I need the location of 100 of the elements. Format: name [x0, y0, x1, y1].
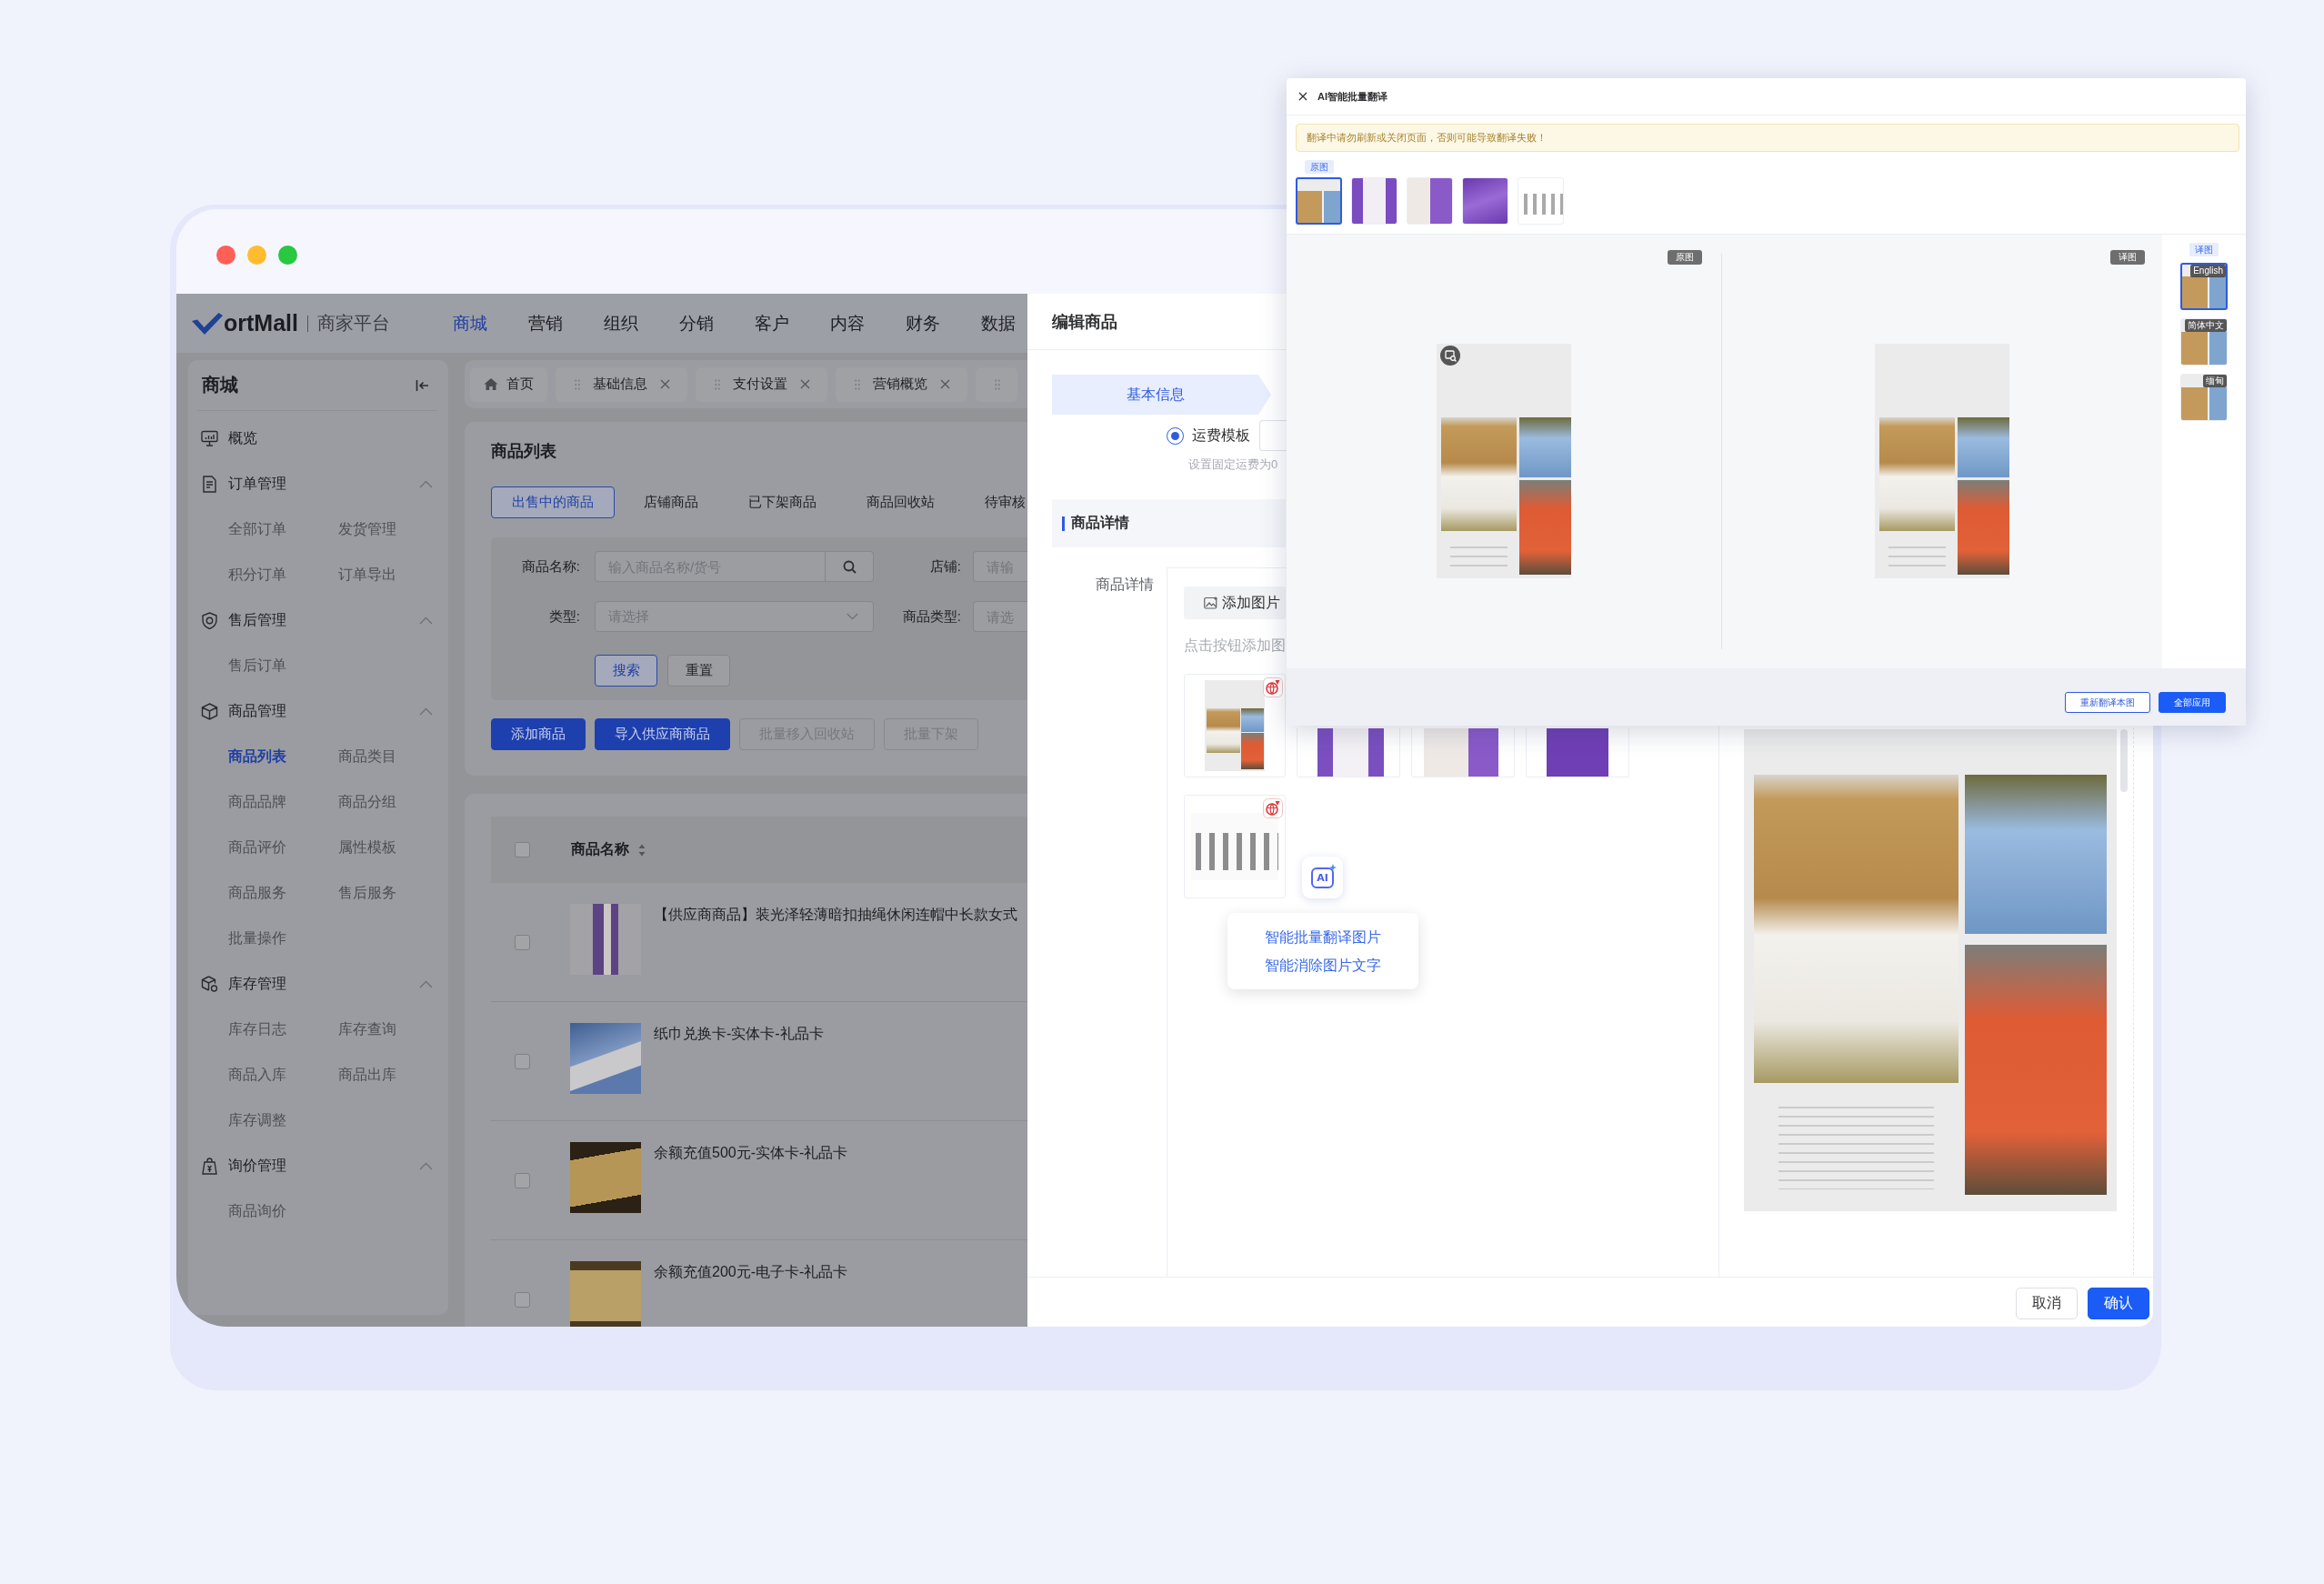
sidebar-item[interactable]: 商品入库: [228, 1052, 286, 1098]
image-search-icon[interactable]: [1440, 346, 1460, 366]
add-image-button[interactable]: 添加图片: [1184, 586, 1286, 619]
sparkle-icon: [1329, 864, 1337, 871]
dialog-button[interactable]: 重新翻译本图: [2065, 692, 2150, 713]
dialog-button[interactable]: 全部应用: [2159, 692, 2226, 713]
sidebar-item[interactable]: 订单导出: [338, 552, 396, 597]
page-tab[interactable]: 支付设置: [696, 366, 827, 402]
translate-badge-icon[interactable]: [1263, 798, 1283, 818]
sidebar-item[interactable]: 发货管理: [338, 506, 396, 552]
image-tile[interactable]: [1184, 674, 1286, 777]
sidebar-item[interactable]: 全部订单: [228, 506, 286, 552]
shield-icon: [201, 611, 218, 629]
field-label: 店铺:: [929, 557, 962, 576]
sidebar-item[interactable]: 库存日志: [228, 1007, 286, 1052]
sidebar-item[interactable]: 商品分组: [338, 779, 396, 825]
image-thumbnail[interactable]: English: [2180, 263, 2228, 310]
ai-button[interactable]: AI: [1302, 857, 1343, 898]
bag-icon: [201, 1157, 218, 1175]
page-tab[interactable]: 首页: [470, 366, 547, 402]
product-name: 余额充值200元-电子卡-礼品卡: [654, 1263, 848, 1281]
image-tile[interactable]: [1184, 795, 1286, 898]
logo-text: ortMall: [224, 310, 298, 336]
filter-tab[interactable]: 商品回收站: [846, 486, 956, 518]
image-thumbnail[interactable]: 简体中文: [2180, 318, 2228, 366]
sidebar-item[interactable]: 售后服务: [338, 870, 396, 916]
scrollbar[interactable]: [2120, 729, 2128, 792]
sidebar-group[interactable]: 订单管理: [188, 461, 448, 506]
sidebar-item[interactable]: 属性模板: [338, 825, 396, 870]
sidebar-item[interactable]: 商品询价: [228, 1188, 286, 1234]
sidebar-item[interactable]: 售后订单: [228, 643, 286, 688]
logo-check-icon: [192, 312, 223, 335]
filter-button[interactable]: 搜索: [595, 655, 657, 687]
sort-icon[interactable]: [638, 843, 646, 857]
checkbox[interactable]: [515, 1054, 530, 1069]
search-button[interactable]: [826, 551, 874, 582]
footer-button[interactable]: 确认: [2088, 1288, 2149, 1319]
sidebar-item[interactable]: 商品品牌: [228, 779, 286, 825]
nav-tab[interactable]: 数据: [980, 311, 1016, 336]
sidebar-item[interactable]: 积分订单: [228, 552, 286, 597]
language-label: English: [2190, 265, 2226, 277]
menu-item[interactable]: 智能消除图片文字: [1265, 957, 1381, 974]
sidebar-item[interactable]: 概览: [188, 416, 448, 461]
drag-handle-icon[interactable]: [575, 378, 580, 390]
nav-tab[interactable]: 财务: [905, 311, 940, 336]
checkbox[interactable]: [515, 842, 530, 857]
drag-handle-icon[interactable]: [855, 378, 860, 390]
step-tab[interactable]: 基本信息: [1052, 375, 1271, 415]
action-button[interactable]: 添加商品: [491, 718, 586, 750]
sidebar-item[interactable]: 商品评价: [228, 825, 286, 870]
filter-button[interactable]: 重置: [667, 655, 730, 687]
photo-placeholder[interactable]: [1526, 728, 1629, 777]
nav-tab[interactable]: 营销: [527, 311, 563, 336]
nav-tab[interactable]: 客户: [754, 311, 789, 336]
image-thumbnail[interactable]: [1296, 177, 1342, 225]
sidebar-group[interactable]: 售后管理: [188, 597, 448, 643]
window-minimize-button[interactable]: [247, 246, 266, 265]
action-button[interactable]: 导入供应商商品: [595, 718, 730, 750]
sidebar-group[interactable]: 商品管理: [188, 688, 448, 734]
close-icon[interactable]: [1298, 92, 1307, 101]
photo-placeholder[interactable]: [1297, 728, 1400, 777]
collapse-icon[interactable]: [416, 378, 429, 392]
checkbox[interactable]: [515, 1292, 530, 1308]
footer-button[interactable]: 取消: [2016, 1288, 2078, 1319]
checkbox[interactable]: [515, 935, 530, 950]
nav-tab[interactable]: 内容: [829, 311, 865, 336]
window-close-button[interactable]: [216, 246, 235, 265]
image-thumbnail[interactable]: 缅甸: [2180, 374, 2228, 421]
menu-item[interactable]: 智能批量翻译图片: [1265, 928, 1381, 946]
page-tab[interactable]: 基础信息: [556, 366, 687, 402]
radio-label: 运费模板: [1192, 426, 1250, 445]
translate-badge-icon[interactable]: [1263, 677, 1283, 697]
window-zoom-button[interactable]: [278, 246, 297, 265]
hint-text: 设置固定运费为0: [1188, 457, 1278, 472]
document-icon: [201, 475, 218, 493]
checkbox[interactable]: [515, 1173, 530, 1188]
home-icon: [484, 377, 498, 391]
sidebar-item[interactable]: 库存查询: [338, 1007, 396, 1052]
filter-tab[interactable]: 待审核: [964, 486, 1027, 518]
sidebar-item[interactable]: 批量操作: [228, 916, 286, 961]
photo-placeholder[interactable]: [1411, 728, 1515, 777]
sidebar-item[interactable]: 商品服务: [228, 870, 286, 916]
filter-tab[interactable]: 已下架商品: [727, 486, 837, 518]
drag-handle-icon[interactable]: [995, 378, 1000, 390]
nav-tab[interactable]: 分销: [678, 311, 714, 336]
sidebar-item[interactable]: 商品列表: [228, 734, 286, 779]
sidebar-item[interactable]: 商品出库: [338, 1052, 396, 1098]
drag-handle-icon[interactable]: [715, 378, 720, 390]
sidebar-item[interactable]: 库存调整: [228, 1098, 286, 1143]
filter-tab[interactable]: 出售中的商品: [491, 486, 615, 518]
pane-badge: 译图: [2110, 250, 2145, 265]
section-title: 商品列表: [491, 441, 556, 462]
page-tab[interactable]: 营销概览: [836, 366, 967, 402]
nav-tab[interactable]: 组织: [603, 311, 638, 336]
search-icon: [842, 559, 856, 574]
sidebar-item[interactable]: 商品类目: [338, 734, 396, 779]
sidebar-group[interactable]: 询价管理: [188, 1143, 448, 1188]
nav-tab[interactable]: 商城: [452, 311, 487, 336]
sidebar-group[interactable]: 库存管理: [188, 961, 448, 1007]
filter-tab[interactable]: 店铺商品: [623, 486, 719, 518]
